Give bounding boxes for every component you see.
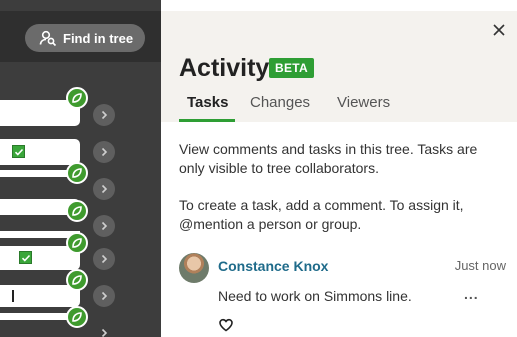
hint-leaf-icon[interactable] bbox=[66, 269, 88, 291]
tab-tasks[interactable]: Tasks bbox=[187, 94, 228, 122]
tab-viewers[interactable]: Viewers bbox=[337, 94, 390, 122]
panel-title: Activity bbox=[179, 54, 270, 82]
chevron-right-icon[interactable] bbox=[93, 215, 115, 237]
active-tab-indicator bbox=[179, 119, 235, 122]
close-icon bbox=[492, 23, 506, 42]
tree-person-card[interactable] bbox=[0, 285, 80, 307]
activity-panel: Activity BETA Tasks Changes Viewers View… bbox=[161, 0, 517, 337]
tab-changes[interactable]: Changes bbox=[250, 94, 310, 122]
hint-leaf-icon[interactable] bbox=[66, 200, 88, 222]
hint-leaf-icon[interactable] bbox=[66, 232, 88, 254]
chevron-right-icon[interactable] bbox=[93, 322, 115, 337]
find-in-tree-label: Find in tree bbox=[63, 30, 134, 46]
comment-text: Need to work on Simmons line. bbox=[218, 288, 412, 304]
person-search-icon bbox=[39, 29, 57, 47]
beta-badge: BETA bbox=[269, 58, 314, 78]
family-tree-canvas[interactable]: Find in tree bbox=[0, 0, 161, 337]
heart-outline-icon bbox=[218, 318, 234, 337]
comment-author[interactable]: Constance Knox bbox=[218, 258, 328, 274]
like-button[interactable] bbox=[218, 317, 234, 333]
more-options-button[interactable]: ... bbox=[464, 286, 479, 302]
chevron-right-icon[interactable] bbox=[93, 285, 115, 307]
comment-item: Constance Knox Just now Need to work on … bbox=[179, 253, 509, 337]
chevron-right-icon[interactable] bbox=[93, 178, 115, 200]
hint-leaf-icon[interactable] bbox=[66, 306, 88, 328]
chevron-right-icon[interactable] bbox=[93, 104, 115, 126]
hint-leaf-icon[interactable] bbox=[66, 87, 88, 109]
hint-leaf-icon[interactable] bbox=[66, 162, 88, 184]
chevron-right-icon[interactable] bbox=[93, 141, 115, 163]
chevron-right-icon[interactable] bbox=[93, 248, 115, 270]
create-task-hint: To create a task, add a comment. To assi… bbox=[179, 197, 464, 232]
find-in-tree-button[interactable]: Find in tree bbox=[25, 24, 145, 52]
avatar[interactable] bbox=[179, 253, 209, 283]
checkmark-icon bbox=[19, 251, 32, 264]
text-cursor-mark bbox=[12, 290, 14, 302]
close-button[interactable] bbox=[489, 22, 509, 42]
comment-timestamp: Just now bbox=[454, 258, 506, 273]
checkmark-icon bbox=[12, 145, 25, 158]
tree-person-card[interactable] bbox=[0, 139, 80, 165]
tasks-description: View comments and tasks in this tree. Ta… bbox=[179, 141, 478, 176]
